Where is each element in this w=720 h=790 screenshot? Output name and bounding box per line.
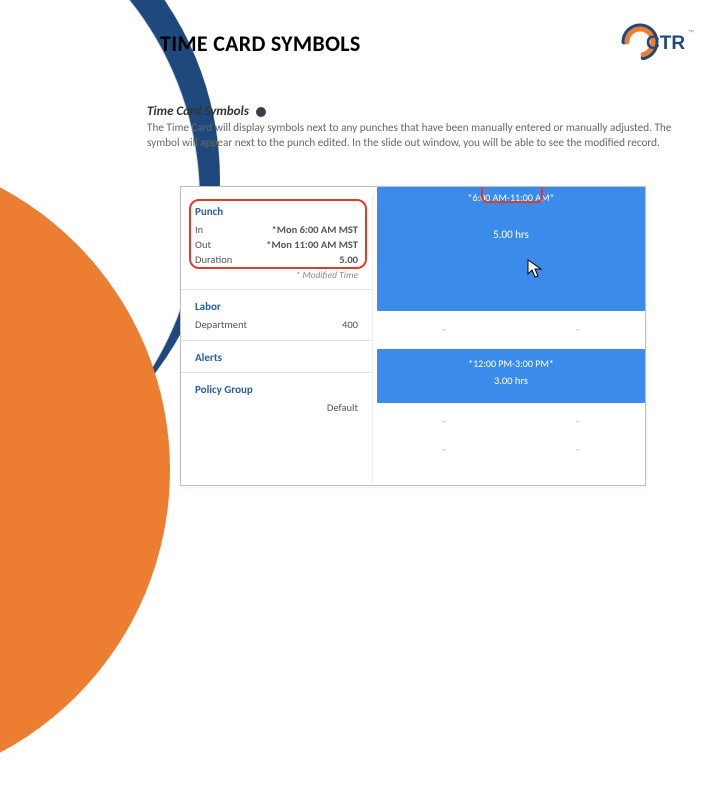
policy-row: Default	[195, 400, 358, 415]
in-label: In	[195, 223, 203, 236]
duration-value: 5.00	[339, 253, 358, 266]
empty-slot-row: – –	[377, 409, 645, 433]
empty-dash: –	[441, 443, 446, 456]
empty-slot-row: – –	[377, 317, 645, 341]
department-label: Department	[195, 318, 247, 331]
alerts-section-header: Alerts	[195, 351, 358, 364]
punch-out-row: Out *Mon 11:00 AM MST	[195, 237, 358, 252]
panel-divider	[181, 372, 372, 373]
section-subheading: Time Card Symbols	[147, 104, 698, 119]
subheading-text: Time Card Symbols	[147, 104, 249, 119]
detail-panel: Punch In *Mon 6:00 AM MST Out *Mon 11:00…	[181, 195, 373, 485]
duration-label: Duration	[195, 253, 232, 266]
timecard-screenshot: Punch In *Mon 6:00 AM MST Out *Mon 11:00…	[180, 186, 646, 486]
duration-row: Duration 5.00	[195, 252, 358, 267]
shift-block-2[interactable]: *12:00 PM-3:00 PM* 3.00 hrs	[377, 349, 645, 403]
out-value: *Mon 11:00 AM MST	[266, 238, 358, 251]
svg-text:™: ™	[688, 29, 694, 36]
section-description: The Time Card will display symbols next …	[147, 121, 697, 151]
mouse-cursor-icon	[527, 259, 543, 279]
empty-dash: –	[441, 323, 446, 336]
policy-section-header: Policy Group	[195, 383, 358, 396]
labor-section-header: Labor	[195, 300, 358, 313]
shift-1-hours: 5.00 hrs	[377, 228, 645, 241]
shift-1-range: *6:00 AM-11:00 AM*	[377, 187, 645, 204]
empty-slot-row: – –	[377, 437, 645, 461]
panel-divider	[181, 340, 372, 341]
department-row: Department 400	[195, 317, 358, 332]
svg-text:CTR: CTR	[646, 33, 685, 54]
empty-dash: –	[575, 323, 580, 336]
empty-dash: –	[575, 415, 580, 428]
ctr-logo: CTR ™	[612, 20, 696, 64]
bullet-dot-icon	[256, 107, 266, 117]
shift-2-range: *12:00 PM-3:00 PM*	[377, 349, 645, 370]
slide-title: TIME CARD SYMBOLS	[160, 30, 361, 57]
empty-dash: –	[575, 443, 580, 456]
shift-block-1[interactable]: *6:00 AM-11:00 AM* 5.00 hrs	[377, 187, 645, 311]
in-value: *Mon 6:00 AM MST	[272, 223, 358, 236]
department-value: 400	[342, 318, 358, 331]
policy-value: Default	[327, 401, 358, 414]
punch-section-header: Punch	[195, 205, 358, 218]
empty-dash: –	[441, 415, 446, 428]
panel-divider	[181, 289, 372, 290]
shift-2-hours: 3.00 hrs	[377, 374, 645, 387]
out-label: Out	[195, 238, 211, 251]
punch-in-row: In *Mon 6:00 AM MST	[195, 222, 358, 237]
modified-time-note: * Modified Time	[195, 269, 358, 281]
